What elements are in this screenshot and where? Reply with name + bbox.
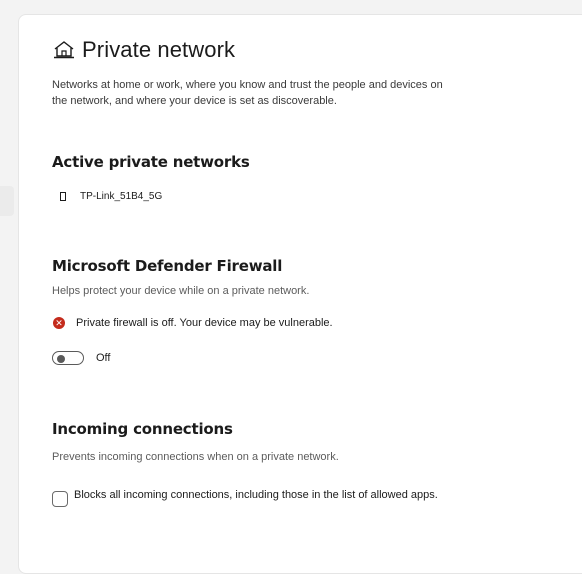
page-header: Private network [52,37,235,63]
incoming-heading: Incoming connections [52,420,233,438]
active-networks-heading: Active private networks [52,153,250,171]
settings-panel: Private network Networks at home or work… [18,14,582,574]
error-icon: ✕ [53,317,65,329]
firewall-subtitle: Helps protect your device while on a pri… [52,285,310,297]
network-item: TP-Link_51B4_5G [59,191,162,202]
page-description: Networks at home or work, where you know… [52,79,443,107]
block-incoming-row: Blocks all incoming connections, includi… [52,488,472,507]
network-name: TP-Link_51B4_5G [80,191,163,202]
firewall-heading: Microsoft Defender Firewall [52,257,283,275]
home-icon [52,38,76,62]
firewall-warning-text: Private firewall is off. Your device may… [76,317,333,329]
firewall-toggle[interactable] [52,351,84,365]
page-title: Private network [82,37,236,62]
firewall-warning: ✕ Private firewall is off. Your device m… [53,317,333,329]
block-incoming-label: Blocks all incoming connections, includi… [74,489,438,501]
nav-selection-sliver [0,186,14,216]
firewall-toggle-row: Off [52,351,110,365]
incoming-subtitle: Prevents incoming connections when on a … [52,451,339,463]
firewall-toggle-label: Off [96,352,111,364]
toggle-knob [57,355,65,363]
network-icon [60,192,66,201]
block-incoming-checkbox[interactable] [52,491,68,507]
